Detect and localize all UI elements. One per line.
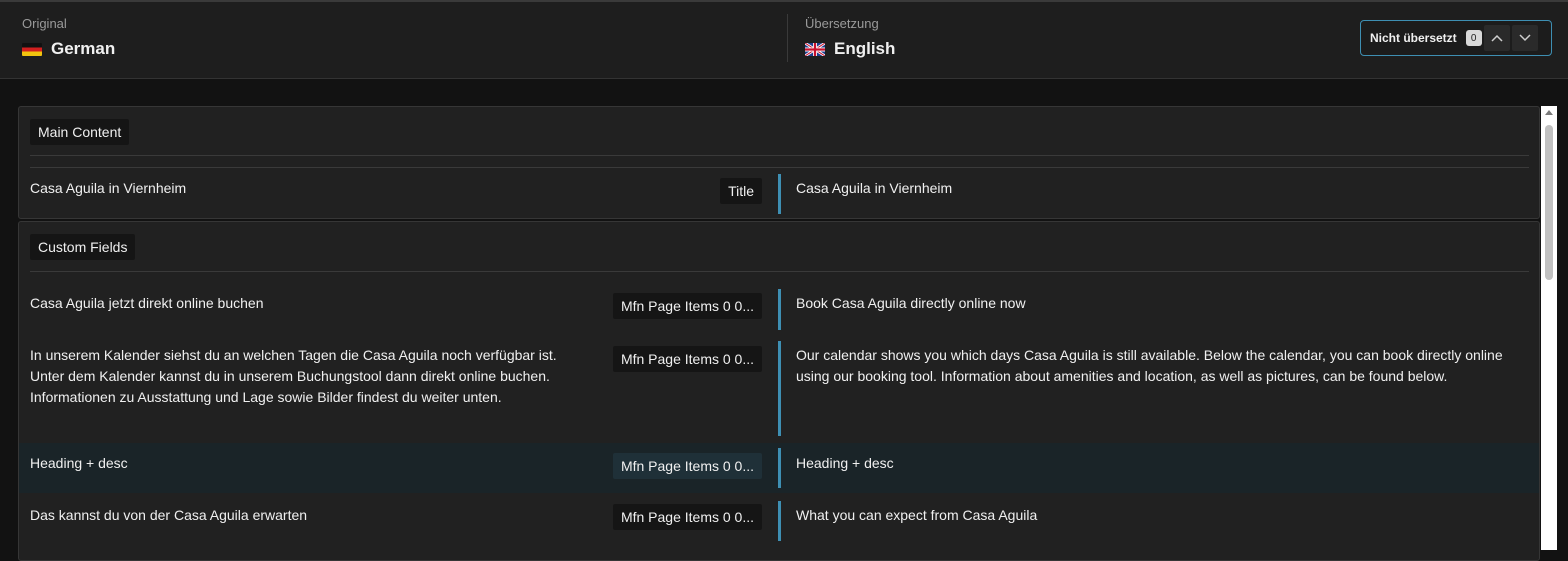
vertical-scrollbar[interactable]: [1541, 106, 1557, 550]
translation-language-name: English: [834, 39, 896, 58]
section-divider: [30, 271, 1529, 272]
section-label: Main Content: [30, 119, 130, 145]
row-accent-bar: [778, 501, 781, 541]
target-text[interactable]: Casa Aguila in Viernheim: [796, 178, 1531, 199]
chevron-up-icon: [1491, 34, 1503, 42]
target-text[interactable]: Our calendar shows you which days Casa A…: [796, 345, 1531, 387]
target-text[interactable]: What you can expect from Casa Aguila: [796, 505, 1531, 526]
source-text: Heading + desc: [30, 455, 128, 471]
field-tag: Mfn Page Items 0 0...: [612, 453, 762, 479]
source-text: Das kannst du von der Casa Aguila erwart…: [30, 507, 308, 523]
original-caption: Original: [22, 16, 67, 31]
main-content-section: Main Content Casa Aguila in Viernheim Ti…: [18, 106, 1540, 219]
translation-row-highlighted[interactable]: Heading + desc Mfn Page Items 0 0... Hea…: [19, 443, 1539, 493]
row-accent-bar: [778, 174, 781, 214]
translation-row[interactable]: Casa Aguila jetzt direkt online buchen M…: [19, 283, 1539, 335]
field-tag: Mfn Page Items 0 0...: [612, 346, 762, 372]
untranslated-filter[interactable]: Nicht übersetzt 0: [1360, 20, 1552, 56]
untranslated-count-badge: 0: [1465, 30, 1482, 46]
row-accent-bar: [778, 341, 781, 436]
scrollbar-thumb[interactable]: [1545, 125, 1553, 280]
row-accent-bar: [778, 289, 781, 330]
translation-language-block: Übersetzung English: [805, 16, 895, 59]
original-language-name: German: [51, 39, 116, 58]
language-header: Original German Übersetzung English Nich…: [0, 0, 1568, 79]
target-text[interactable]: Book Casa Aguila directly online now: [796, 293, 1531, 314]
section-divider: [30, 155, 1529, 156]
flag-de-icon: [22, 42, 42, 56]
untranslated-filter-label: Nicht übersetzt: [1370, 31, 1457, 45]
next-untranslated-button[interactable]: [1511, 25, 1538, 51]
flag-gb-icon: [805, 42, 825, 56]
previous-untranslated-button[interactable]: [1483, 25, 1510, 51]
translation-row[interactable]: Casa Aguila in Viernheim Title Casa Agui…: [19, 168, 1539, 219]
source-text: Casa Aguila in Viernheim: [30, 180, 187, 196]
translation-row[interactable]: In unserem Kalender siehst du an welchen…: [19, 335, 1539, 443]
target-text[interactable]: Heading + desc: [796, 453, 1531, 474]
source-text: In unserem Kalender siehst du an welchen…: [30, 347, 557, 405]
translation-caption: Übersetzung: [805, 16, 879, 31]
section-label: Custom Fields: [30, 234, 136, 260]
source-text: Casa Aguila jetzt direkt online buchen: [30, 295, 264, 311]
chevron-down-icon: [1519, 34, 1531, 42]
row-accent-bar: [778, 448, 781, 488]
field-tag: Mfn Page Items 0 0...: [612, 504, 762, 530]
original-language-block: Original German: [22, 16, 115, 59]
custom-fields-section: Custom Fields Casa Aguila jetzt direkt o…: [18, 221, 1540, 561]
field-tag: Title: [720, 178, 762, 204]
field-tag: Mfn Page Items 0 0...: [612, 293, 762, 319]
scroll-up-arrow-icon[interactable]: [1545, 110, 1553, 115]
header-divider: [787, 14, 788, 62]
translation-row[interactable]: Das kannst du von der Casa Aguila erwart…: [19, 493, 1539, 547]
